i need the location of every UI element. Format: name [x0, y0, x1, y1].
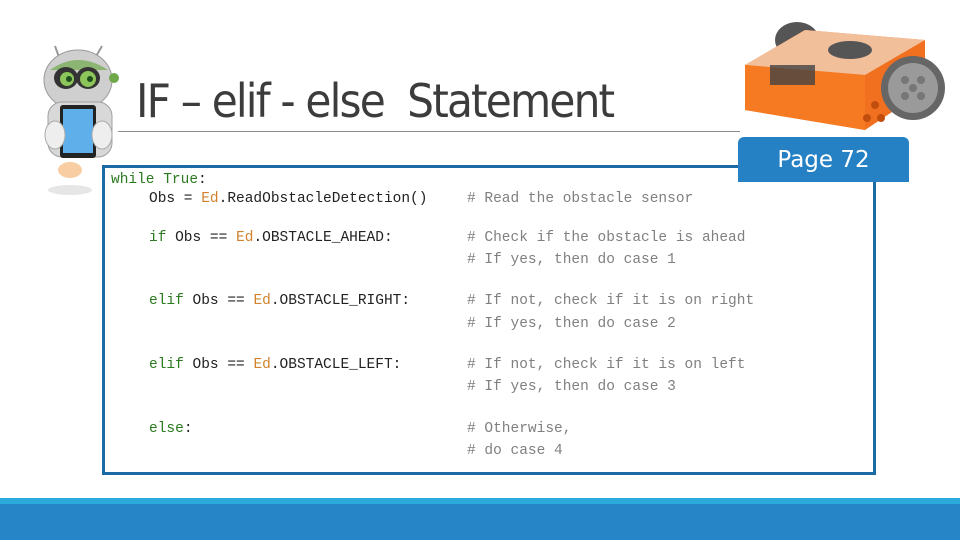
- keyword-elif: elif: [149, 357, 184, 373]
- keyword-true: True: [163, 172, 199, 188]
- comment-else-1: # Otherwise,: [467, 421, 572, 437]
- keyword-if: if: [149, 230, 167, 246]
- comment-if-1: # Check if the obstacle is ahead: [467, 230, 746, 246]
- edison-robot-icon: [745, 22, 945, 130]
- comment-read: # Read the obstacle sensor: [467, 191, 694, 207]
- code-text: .OBSTACLE_LEFT:: [270, 357, 402, 373]
- code-line-else: else:: [149, 420, 193, 438]
- code-text: .OBSTACLE_RIGHT:: [270, 293, 411, 309]
- code-text: .ReadObstacleDetection(): [218, 191, 428, 207]
- code-text: .OBSTACLE_AHEAD:: [253, 230, 393, 246]
- code-line-elif-left: elif Obs == Ed.OBSTACLE_LEFT:: [149, 356, 401, 374]
- code-object: Ed: [253, 357, 271, 373]
- code-line-while: while True:: [111, 171, 207, 189]
- code-punct: :: [183, 421, 193, 437]
- code-line-if: if Obs == Ed.OBSTACLE_AHEAD:: [149, 229, 393, 247]
- keyword-elif: elif: [149, 293, 184, 309]
- keyword-while: while: [111, 172, 155, 188]
- comment-elif-right-2: # If yes, then do case 2: [467, 316, 676, 332]
- code-text: Obs =: [149, 191, 202, 207]
- title-underline: [118, 131, 740, 132]
- code-text: Obs ==: [166, 230, 237, 246]
- comment-elif-right-1: # If not, check if it is on right: [467, 293, 755, 309]
- comment-else-2: # do case 4: [467, 443, 563, 459]
- code-object: Ed: [253, 293, 271, 309]
- code-object: Ed: [201, 191, 219, 207]
- footer-bar: [0, 504, 960, 540]
- comment-elif-left-1: # If not, check if it is on left: [467, 357, 746, 373]
- keyword-else: else: [149, 421, 184, 437]
- slide-title: IF – elif - else Statement: [136, 74, 615, 128]
- comment-elif-left-2: # If yes, then do case 3: [467, 379, 676, 395]
- comment-if-2: # If yes, then do case 1: [467, 252, 676, 268]
- code-text: Obs ==: [183, 357, 254, 373]
- code-line-elif-right: elif Obs == Ed.OBSTACLE_RIGHT:: [149, 292, 410, 310]
- code-punct: :: [198, 172, 207, 188]
- code-text: Obs ==: [183, 293, 254, 309]
- code-object: Ed: [236, 230, 254, 246]
- code-line-read: Obs = Ed.ReadObstacleDetection(): [149, 190, 427, 208]
- page-badge: Page 72: [738, 137, 909, 182]
